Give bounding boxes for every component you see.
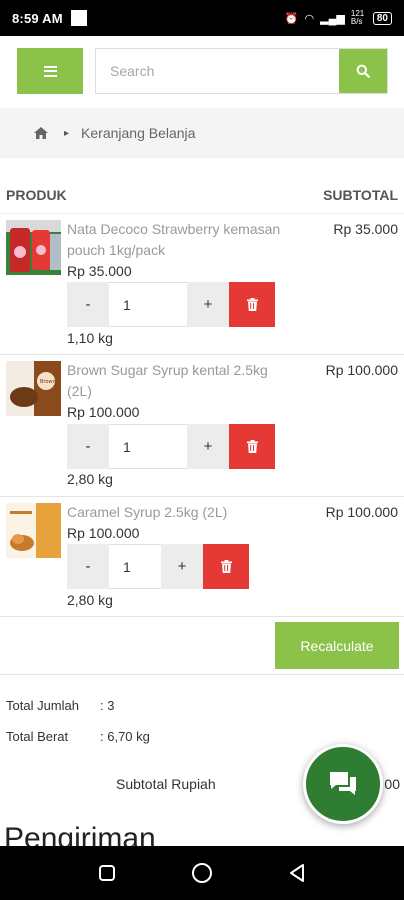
total-quantity-value: : 3 (100, 698, 115, 713)
trash-icon (246, 298, 258, 311)
breadcrumb-current: Keranjang Belanja (81, 125, 196, 141)
trash-icon (220, 560, 232, 573)
breadcrumb: ▸ Keranjang Belanja (0, 108, 404, 158)
menu-button[interactable] (17, 48, 83, 94)
increase-button[interactable]: + (187, 282, 229, 327)
increase-button[interactable]: + (161, 544, 203, 589)
subtotal-value: 00 (384, 776, 400, 792)
delete-button[interactable] (203, 544, 249, 589)
battery-icon: 80 (372, 11, 392, 25)
item-price: Rp 35.000 (67, 263, 132, 279)
chat-fab-button[interactable] (303, 744, 383, 824)
item-price: Rp 100.000 (67, 404, 140, 420)
status-bar: 8:59 AM ⏰ ◠ ▂▄▆ 121 B/s 80 (0, 0, 404, 36)
network-speed: 121 B/s (350, 9, 365, 26)
quantity-input[interactable] (109, 544, 161, 589)
total-quantity-label: Total Jumlah (6, 698, 79, 713)
breadcrumb-separator-icon: ▸ (64, 127, 70, 139)
total-weight: Total Berat : 6,70 kg (6, 729, 150, 744)
item-weight: 2,80 kg (67, 471, 113, 487)
home-circle-icon[interactable] (191, 862, 213, 884)
decrease-button[interactable]: - (67, 282, 109, 327)
delete-button[interactable] (229, 282, 275, 327)
product-image[interactable] (6, 503, 61, 558)
quantity-stepper: - + (67, 424, 275, 469)
column-subtotal: SUBTOTAL (323, 186, 398, 203)
home-icon[interactable] (34, 127, 48, 139)
product-image[interactable] (6, 220, 61, 275)
product-image[interactable]: Brown (6, 361, 61, 416)
system-nav-bar (0, 846, 404, 900)
search-input[interactable] (96, 49, 339, 93)
decrease-button[interactable]: - (67, 544, 109, 589)
chat-icon (330, 772, 356, 795)
alarm-icon: ⏰ (284, 12, 299, 25)
status-time: 8:59 AM (12, 10, 63, 26)
top-bar (0, 36, 404, 108)
signal-icon: ▂▄▆ (320, 12, 345, 25)
cart-item: Brown Brown Sugar Syrup kental 2.5kg (2L… (0, 355, 404, 497)
wifi-icon: ◠ (304, 12, 315, 25)
cart-table-header: PRODUK SUBTOTAL (0, 176, 404, 214)
hamburger-icon (43, 65, 57, 77)
item-subtotal: Rp 100.000 (325, 504, 398, 520)
item-weight: 2,80 kg (67, 592, 113, 608)
product-name[interactable]: Nata Decoco Strawberry kemasan pouch 1kg… (67, 219, 287, 261)
cart-item: Caramel Syrup 2.5kg (2L) Rp 100.000 Rp 1… (0, 497, 404, 617)
quantity-stepper: - + (67, 282, 275, 327)
item-weight: 1,10 kg (67, 330, 113, 346)
total-quantity: Total Jumlah : 3 (6, 698, 114, 713)
item-price: Rp 100.000 (67, 525, 140, 541)
back-icon[interactable] (288, 863, 306, 883)
quantity-stepper: - + (67, 544, 249, 589)
product-name[interactable]: Caramel Syrup 2.5kg (2L) (67, 502, 287, 523)
search-bar (95, 48, 388, 94)
quantity-input[interactable] (109, 282, 187, 327)
search-icon (356, 64, 370, 78)
recalculate-row: Recalculate (0, 617, 404, 675)
item-subtotal: Rp 35.000 (333, 221, 398, 237)
status-icons: ⏰ ◠ ▂▄▆ 121 B/s 80 (285, 10, 392, 26)
notification-icon (70, 10, 87, 26)
total-weight-value: : 6,70 kg (100, 729, 150, 744)
item-subtotal: Rp 100.000 (325, 362, 398, 378)
increase-button[interactable]: + (187, 424, 229, 469)
total-weight-label: Total Berat (6, 729, 69, 744)
recalculate-button[interactable]: Recalculate (275, 622, 399, 669)
column-product: PRODUK (6, 186, 67, 203)
cart-item: Nata Decoco Strawberry kemasan pouch 1kg… (0, 214, 404, 355)
delete-button[interactable] (229, 424, 275, 469)
subtotal-label: Subtotal Rupiah (116, 776, 216, 792)
trash-icon (246, 440, 258, 453)
recents-icon[interactable] (98, 864, 116, 882)
svg-text:Brown: Brown (40, 379, 56, 385)
quantity-input[interactable] (109, 424, 187, 469)
decrease-button[interactable]: - (67, 424, 109, 469)
product-name[interactable]: Brown Sugar Syrup kental 2.5kg (2L) (67, 360, 287, 402)
search-button[interactable] (339, 49, 387, 93)
